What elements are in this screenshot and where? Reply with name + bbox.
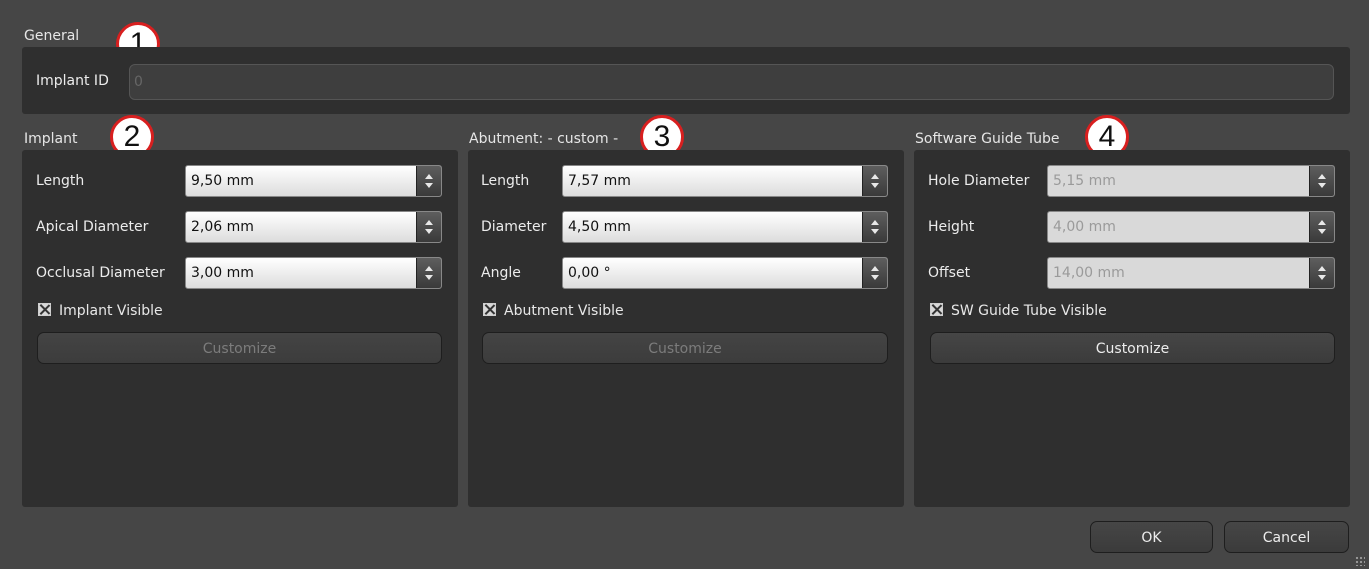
apical-diameter-value: 2,06 mm: [191, 219, 254, 235]
abutment-title: Abutment: - custom -: [469, 131, 619, 147]
implant-title: Implant: [24, 131, 78, 147]
abutment-diameter-row: Diameter 4,50 mm: [481, 211, 891, 243]
occlusal-diameter-spinbox[interactable]: 3,00 mm: [185, 257, 442, 289]
implant-length-spinbox[interactable]: 9,50 mm: [185, 165, 442, 197]
abutment-angle-label: Angle: [481, 265, 521, 281]
abutment-visible-checkbox[interactable]: Abutment Visible: [483, 301, 624, 321]
tube-height-stepper-icon[interactable]: [1309, 212, 1334, 242]
occlusal-diameter-value: 3,00 mm: [191, 265, 254, 281]
tube-height-row: Height 4,00 mm: [928, 211, 1338, 243]
implant-id-field[interactable]: 0: [129, 64, 1334, 100]
checkbox-checked-icon[interactable]: [483, 303, 496, 316]
apical-diameter-spinbox[interactable]: 2,06 mm: [185, 211, 442, 243]
guide-tube-customize-button[interactable]: Customize: [930, 332, 1335, 364]
ok-button[interactable]: OK: [1090, 521, 1213, 553]
abutment-diameter-stepper-icon[interactable]: [862, 212, 887, 242]
abutment-length-spinbox[interactable]: 7,57 mm: [562, 165, 888, 197]
abutment-length-stepper-icon[interactable]: [862, 166, 887, 196]
hole-diameter-value: 5,15 mm: [1053, 173, 1116, 189]
abutment-diameter-value: 4,50 mm: [568, 219, 631, 235]
tube-height-value: 4,00 mm: [1053, 219, 1116, 235]
implant-visible-checkbox[interactable]: Implant Visible: [38, 301, 163, 321]
abutment-length-row: Length 7,57 mm: [481, 165, 891, 197]
hole-diameter-stepper-icon[interactable]: [1309, 166, 1334, 196]
hole-diameter-label: Hole Diameter: [928, 173, 1030, 189]
guide-tube-visible-label: SW Guide Tube Visible: [951, 303, 1107, 319]
implant-length-label: Length: [36, 173, 85, 189]
abutment-customize-button[interactable]: Customize: [482, 332, 888, 364]
tube-height-spinbox[interactable]: 4,00 mm: [1047, 211, 1335, 243]
abutment-angle-value: 0,00 °: [568, 265, 611, 281]
resize-grip-icon[interactable]: [1355, 556, 1365, 566]
occlusal-diameter-label: Occlusal Diameter: [36, 265, 165, 281]
apical-diameter-label: Apical Diameter: [36, 219, 149, 235]
implant-customize-button[interactable]: Customize: [37, 332, 442, 364]
checkbox-checked-icon[interactable]: [38, 303, 51, 316]
abutment-angle-row: Angle 0,00 °: [481, 257, 891, 289]
hole-diameter-row: Hole Diameter 5,15 mm: [928, 165, 1338, 197]
implant-id-value: 0: [134, 74, 143, 90]
tube-offset-spinbox[interactable]: 14,00 mm: [1047, 257, 1335, 289]
abutment-length-label: Length: [481, 173, 530, 189]
guide-tube-visible-checkbox[interactable]: SW Guide Tube Visible: [930, 301, 1107, 321]
apical-diameter-row: Apical Diameter 2,06 mm: [36, 211, 446, 243]
apical-diameter-stepper-icon[interactable]: [416, 212, 441, 242]
implant-length-stepper-icon[interactable]: [416, 166, 441, 196]
implant-length-row: Length 9,50 mm: [36, 165, 446, 197]
tube-offset-value: 14,00 mm: [1053, 265, 1125, 281]
general-title: General: [24, 28, 80, 44]
tube-offset-stepper-icon[interactable]: [1309, 258, 1334, 288]
abutment-panel: Length 7,57 mm Diameter 4,50 mm Angle 0,…: [468, 150, 904, 507]
hole-diameter-spinbox[interactable]: 5,15 mm: [1047, 165, 1335, 197]
abutment-length-value: 7,57 mm: [568, 173, 631, 189]
tube-height-label: Height: [928, 219, 975, 235]
abutment-diameter-spinbox[interactable]: 4,50 mm: [562, 211, 888, 243]
implant-id-label: Implant ID: [36, 73, 109, 89]
tube-offset-label: Offset: [928, 265, 971, 281]
occlusal-diameter-row: Occlusal Diameter 3,00 mm: [36, 257, 446, 289]
guide-tube-panel: Hole Diameter 5,15 mm Height 4,00 mm Off…: [914, 150, 1350, 507]
general-panel: Implant ID 0: [22, 47, 1350, 114]
tube-offset-row: Offset 14,00 mm: [928, 257, 1338, 289]
checkbox-checked-icon[interactable]: [930, 303, 943, 316]
implant-visible-label: Implant Visible: [59, 303, 163, 319]
occlusal-diameter-stepper-icon[interactable]: [416, 258, 441, 288]
abutment-angle-stepper-icon[interactable]: [862, 258, 887, 288]
abutment-diameter-label: Diameter: [481, 219, 547, 235]
cancel-button[interactable]: Cancel: [1224, 521, 1349, 553]
implant-length-value: 9,50 mm: [191, 173, 254, 189]
guide-tube-title: Software Guide Tube: [915, 131, 1060, 147]
abutment-visible-label: Abutment Visible: [504, 303, 624, 319]
implant-panel: Length 9,50 mm Apical Diameter 2,06 mm O…: [22, 150, 458, 507]
abutment-angle-spinbox[interactable]: 0,00 °: [562, 257, 888, 289]
